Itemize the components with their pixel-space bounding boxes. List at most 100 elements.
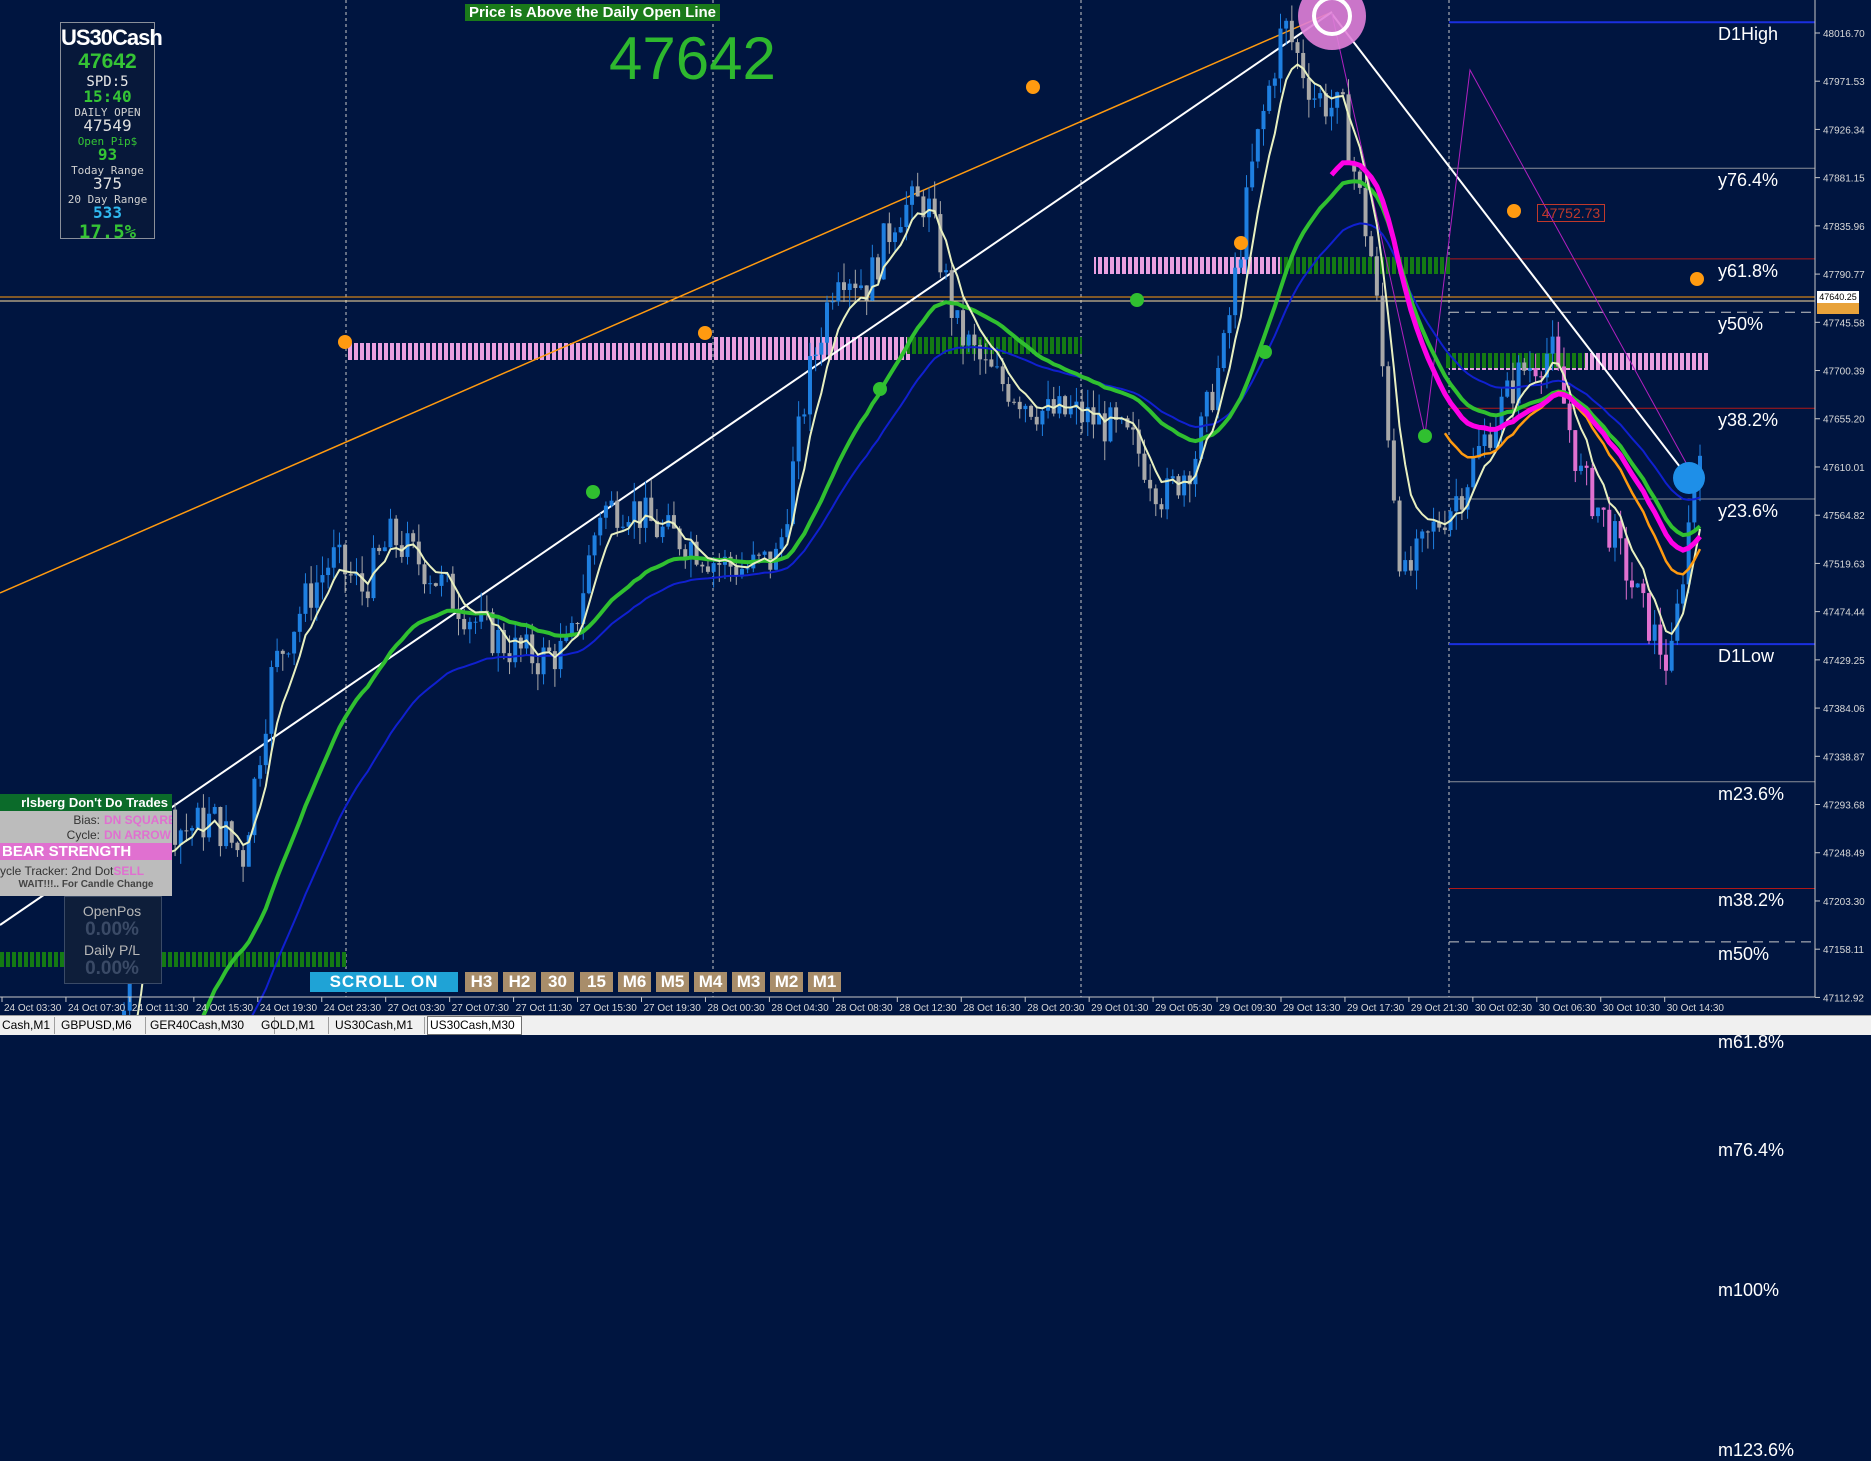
chart-tab[interactable]: GOLD,M1 — [259, 1017, 329, 1034]
candle-body — [184, 830, 189, 832]
timeframe-button-m5[interactable]: M5 — [656, 972, 689, 992]
candle-body — [1063, 396, 1068, 415]
candle-body — [1340, 92, 1345, 95]
candle-body — [1522, 362, 1527, 371]
candle-body — [433, 583, 438, 586]
chart-tab[interactable]: US30Cash,M1 — [333, 1017, 425, 1034]
level-label: y38.2% — [1718, 410, 1779, 431]
price-tick-label: 47745.58 — [1823, 318, 1865, 329]
candle-body — [388, 518, 393, 548]
time-tick-label: 28 Oct 16:30 — [963, 1003, 1021, 1014]
candle-body — [1312, 98, 1317, 100]
candle-body — [756, 554, 761, 556]
timeframe-button-30[interactable]: 30 — [541, 972, 574, 992]
price-tick-label: 47835.96 — [1823, 222, 1865, 233]
candle-body — [853, 283, 858, 289]
timeframe-button-h2[interactable]: H2 — [503, 972, 536, 992]
chart-area[interactable]: 48016.70 47971.53 47926.34 47881.15 47835.96… — [0, 0, 1871, 1034]
signal-dot — [1507, 204, 1521, 218]
candle-body — [1102, 413, 1107, 442]
candle-body — [915, 186, 920, 197]
time-tick-label: 24 Oct 11:30 — [132, 1003, 189, 1014]
candle-body — [620, 526, 625, 528]
candle-body — [632, 501, 637, 523]
scroll-toggle-button[interactable]: SCROLL ON — [310, 972, 458, 992]
candle-body — [1210, 391, 1215, 411]
candle-body — [535, 663, 540, 675]
timeframe-button-m2[interactable]: M2 — [770, 972, 803, 992]
level-label: y23.6% — [1718, 500, 1779, 521]
price-tick-label: 47384.06 — [1823, 704, 1865, 715]
signal-dot — [1130, 293, 1144, 307]
candle-body — [1306, 78, 1311, 100]
timeframe-button-m3[interactable]: M3 — [732, 972, 765, 992]
candle-body — [836, 282, 841, 302]
candle-body — [1301, 52, 1306, 79]
candle-body — [1510, 380, 1515, 404]
candle-body — [637, 501, 642, 528]
time-tick-label: 27 Oct 11:30 — [516, 1003, 573, 1014]
zone-band — [160, 952, 346, 967]
candle-body — [1386, 366, 1391, 441]
candle-body — [603, 505, 608, 518]
candle-body — [1295, 42, 1300, 53]
chart-tab[interactable]: GER40Cash,M30 — [148, 1017, 275, 1034]
openpos-value: 0.00% — [85, 919, 139, 940]
signal-dot — [1258, 345, 1272, 359]
time-tick-label: 27 Oct 15:30 — [580, 1003, 638, 1014]
chart-tab[interactable]: US30Cash,M30 — [427, 1016, 522, 1035]
candle-body — [1148, 479, 1153, 489]
candle-body — [1663, 654, 1668, 671]
daily-pl-label: Daily P/L — [83, 942, 141, 958]
candle-body — [944, 270, 949, 273]
candle-body — [1646, 593, 1651, 641]
signal-dot — [1234, 236, 1248, 250]
chart-tab[interactable]: GBPUSD,M6 — [59, 1017, 146, 1034]
candle-body — [615, 500, 620, 528]
candle-body — [1425, 531, 1430, 533]
price-tick-label: 47293.68 — [1823, 801, 1865, 812]
candle-body — [190, 828, 195, 831]
candle-body — [1374, 256, 1379, 296]
candle-body — [1403, 560, 1408, 572]
timeframe-button-m1[interactable]: M1 — [808, 972, 841, 992]
time-tick-label: 27 Oct 19:30 — [644, 1003, 702, 1014]
time-tick-label: 24 Oct 03:30 — [4, 1003, 62, 1014]
candle-body — [1652, 624, 1657, 641]
candle-body — [286, 653, 291, 655]
candle-body — [1233, 267, 1238, 316]
candle-body — [314, 582, 319, 608]
timeframe-button-h3[interactable]: H3 — [465, 972, 498, 992]
candle-body — [411, 533, 416, 542]
time-tick-label: 29 Oct 13:30 — [1283, 1003, 1341, 1014]
candle-body — [1488, 434, 1493, 448]
time-tick-label: 28 Oct 12:30 — [899, 1003, 957, 1014]
time-tick-label: 28 Oct 00:30 — [707, 1003, 765, 1014]
twenty-day-range-value: 533 — [93, 203, 122, 222]
cycle-tracker-label: ycle Tracker: 2nd Dot — [0, 864, 114, 878]
candle-body — [1261, 110, 1266, 130]
chart-tab[interactable]: Cash,M1 — [0, 1017, 55, 1034]
candle-body — [700, 564, 705, 567]
price-chart[interactable]: 48016.70 47971.53 47926.34 47881.15 47835.96… — [0, 0, 1871, 1034]
level-label: D1High — [1718, 24, 1779, 45]
candle-body — [473, 621, 478, 623]
price-tick-label: 47971.53 — [1823, 77, 1865, 88]
timeframe-button-m6[interactable]: M6 — [618, 972, 651, 992]
candle-body — [326, 567, 331, 576]
candle-body — [212, 807, 217, 814]
candle-body — [1431, 521, 1436, 532]
level-label: m23.6% — [1718, 783, 1785, 804]
timeframe-button-15[interactable]: 15 — [580, 972, 613, 992]
candle-body — [1556, 336, 1561, 367]
candle-body — [348, 574, 353, 576]
candle-body — [377, 547, 382, 552]
candle-body — [173, 809, 178, 845]
time-tick-label: 29 Oct 21:30 — [1411, 1003, 1469, 1014]
candle-body — [1578, 465, 1583, 471]
timeframe-button-m4[interactable]: M4 — [694, 972, 727, 992]
candle-body — [1505, 380, 1510, 397]
price-tick-label: 47429.25 — [1823, 656, 1865, 667]
candle-body — [337, 544, 342, 548]
candle-body — [830, 301, 835, 303]
